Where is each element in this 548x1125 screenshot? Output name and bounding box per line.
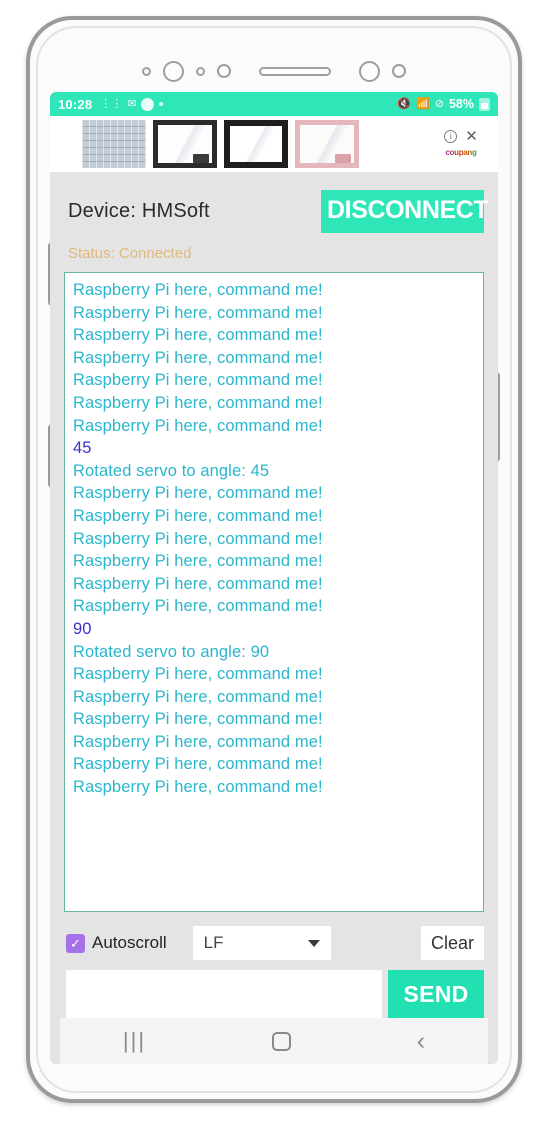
- message-icon: ✉: [127, 97, 137, 110]
- send-button[interactable]: SEND: [388, 970, 484, 1018]
- line-ending-value: LF: [203, 933, 224, 952]
- earpiece-speaker: [259, 66, 331, 76]
- screenshot-root: 10:28 ⋮⋮ ✉ 🔇 📶 ⊘ 58% i ✕ coupang Device:…: [0, 0, 548, 1125]
- dots-icon: ⋮⋮: [100, 97, 123, 110]
- phone-screen: 10:28 ⋮⋮ ✉ 🔇 📶 ⊘ 58% i ✕ coupang Device:…: [50, 92, 498, 1064]
- back-icon[interactable]: ‹: [417, 1028, 425, 1054]
- terminal-line: Raspberry Pi here, command me!: [73, 665, 323, 684]
- app-body: Device: HMSoft DISCONNECT Status: Connec…: [50, 172, 498, 1064]
- terminal-line: Raspberry Pi here, command me!: [73, 755, 323, 774]
- terminal-line: Raspberry Pi here, command me!: [73, 281, 323, 299]
- battery-icon: [479, 97, 490, 111]
- minus-circle-icon: [141, 97, 155, 111]
- advertiser-logo: coupang: [445, 147, 477, 157]
- send-row: SEND: [60, 960, 488, 1018]
- sensor-dot-icon: [217, 64, 231, 78]
- thumb-stand: [193, 154, 209, 163]
- terminal-line: Raspberry Pi here, command me!: [73, 732, 323, 751]
- check-icon: ✓: [66, 933, 85, 953]
- autoscroll-checkbox[interactable]: ✓ Autoscroll: [66, 933, 167, 953]
- device-name-label: Device: HMSoft: [68, 200, 210, 222]
- android-navigation-bar: ||| ‹: [60, 1018, 488, 1064]
- terminal-line: Raspberry Pi here, command me!: [73, 506, 323, 525]
- terminal-line: Raspberry Pi here, command me!: [73, 597, 323, 616]
- ad-thumbnail-circuit-board[interactable]: [82, 120, 146, 168]
- terminal-line: 90: [73, 619, 92, 638]
- terminal-line: Raspberry Pi here, command me!: [73, 710, 323, 729]
- chevron-down-icon: [307, 939, 320, 947]
- front-camera-icon: [163, 60, 184, 82]
- terminal-line: Raspberry Pi here, command me!: [73, 778, 323, 797]
- disconnect-button[interactable]: DISCONNECT: [321, 190, 489, 233]
- message-input[interactable]: [66, 970, 382, 1018]
- terminal-line: Raspberry Pi here, command me!: [73, 416, 323, 435]
- terminal-line: Rotated servo to angle: 90: [73, 642, 270, 661]
- mute-icon: 🔇: [397, 97, 412, 110]
- terminal-line: Raspberry Pi here, command me!: [73, 529, 323, 548]
- ad-icon-group: i ✕: [444, 129, 478, 144]
- terminal-line: 45: [73, 439, 92, 458]
- sensor-dot-icon: [142, 66, 151, 76]
- close-icon[interactable]: ✕: [465, 129, 478, 144]
- terminal-line: Raspberry Pi here, command me!: [73, 574, 323, 593]
- small-dot-icon: [159, 102, 164, 106]
- terminal-line: Raspberry Pi here, command me!: [73, 303, 323, 322]
- thumb-stand: [335, 154, 351, 163]
- ad-banner[interactable]: i ✕ coupang: [50, 116, 498, 172]
- terminal-line: Raspberry Pi here, command me!: [73, 326, 323, 345]
- ad-controls: i ✕ coupang: [430, 119, 492, 169]
- terminal-line: Raspberry Pi here, command me!: [73, 552, 323, 571]
- clear-button[interactable]: Clear: [420, 926, 484, 960]
- terminal-output[interactable]: Raspberry Pi here, command me! Raspberry …: [64, 272, 484, 912]
- connection-status-label: Status: Connected: [68, 245, 192, 262]
- battery-percent-label: 58%: [448, 97, 474, 111]
- autoscroll-label: Autoscroll: [92, 933, 167, 952]
- ad-thumbnail-black-frame[interactable]: [153, 120, 217, 168]
- terminal-line: Raspberry Pi here, command me!: [73, 348, 323, 367]
- terminal-line: Raspberry Pi here, command me!: [73, 393, 323, 412]
- recents-icon[interactable]: |||: [123, 1030, 146, 1052]
- status-bar: 10:28 ⋮⋮ ✉ 🔇 📶 ⊘ 58%: [50, 92, 498, 116]
- home-icon[interactable]: [271, 1031, 291, 1051]
- ad-thumbnail-black-frame-2[interactable]: [224, 120, 288, 168]
- terminal-line: Raspberry Pi here, command me!: [73, 371, 323, 390]
- sensor-dot-icon: [196, 66, 205, 76]
- phone-frame: 10:28 ⋮⋮ ✉ 🔇 📶 ⊘ 58% i ✕ coupang Device:…: [26, 16, 522, 1103]
- do-not-disturb-icon: ⊘: [434, 97, 444, 110]
- sensor-row: [30, 58, 518, 84]
- info-icon[interactable]: i: [444, 129, 458, 143]
- terminal-line: Raspberry Pi here, command me!: [73, 687, 323, 706]
- ad-thumbnail-pink-frame[interactable]: [295, 120, 359, 168]
- front-camera-icon: [359, 60, 380, 82]
- status-bar-system-icons: 🔇 📶 ⊘ 58%: [397, 97, 490, 111]
- terminal-line: Raspberry Pi here, command me!: [73, 484, 323, 503]
- status-bar-notification-icons: ⋮⋮ ✉: [100, 97, 164, 111]
- status-bar-clock: 10:28: [58, 96, 93, 112]
- line-ending-select[interactable]: LF: [192, 926, 331, 960]
- device-row: Device: HMSoft DISCONNECT: [60, 172, 489, 233]
- sensor-dot-icon: [392, 64, 406, 78]
- terminal-line: Rotated servo to angle: 45: [73, 461, 270, 480]
- controls-row: ✓ Autoscroll LF Clear: [60, 912, 488, 960]
- thumb-sheen: [230, 126, 282, 162]
- wifi-icon: 📶: [416, 97, 430, 110]
